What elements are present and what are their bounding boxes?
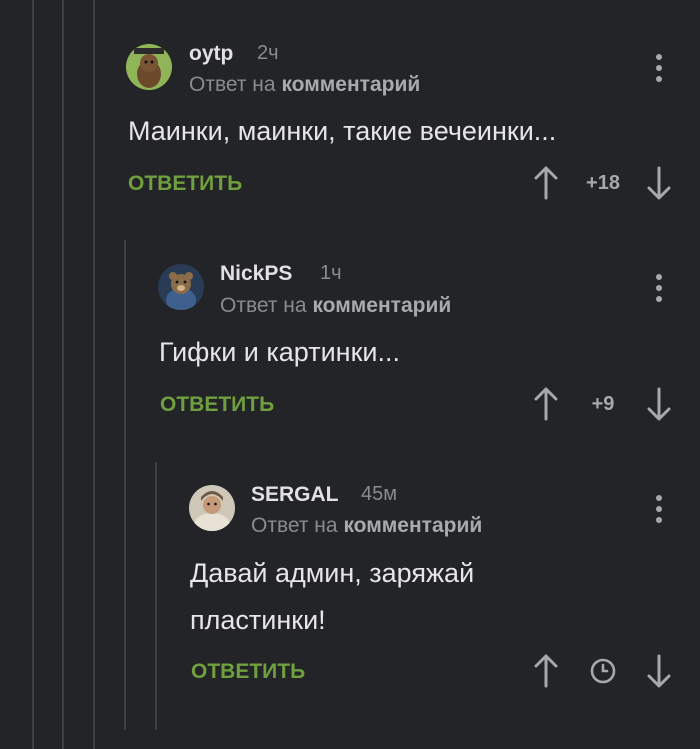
comment-text-line-2: пластинки! xyxy=(190,605,326,635)
downvote-arrow-icon[interactable] xyxy=(646,654,672,688)
reply-to-link[interactable]: комментарий xyxy=(343,514,482,537)
person-avatar-icon xyxy=(189,485,235,531)
comment-3: SERGAL 45м Ответ на комментарий Давай ад… xyxy=(0,0,700,749)
more-options-icon[interactable] xyxy=(649,491,669,527)
username[interactable]: SERGAL xyxy=(251,483,339,507)
upvote-arrow-icon[interactable] xyxy=(533,654,559,688)
reply-to-line: Ответ на комментарий xyxy=(251,514,482,538)
avatar[interactable] xyxy=(189,485,235,531)
comment-text-line-1: Давай админ, заряжай xyxy=(190,558,475,588)
clock-icon xyxy=(590,658,616,684)
timestamp: 45м xyxy=(361,483,397,505)
reply-to-prefix: Ответ на xyxy=(251,514,338,537)
reply-button[interactable]: ОТВЕТИТЬ xyxy=(191,660,305,684)
